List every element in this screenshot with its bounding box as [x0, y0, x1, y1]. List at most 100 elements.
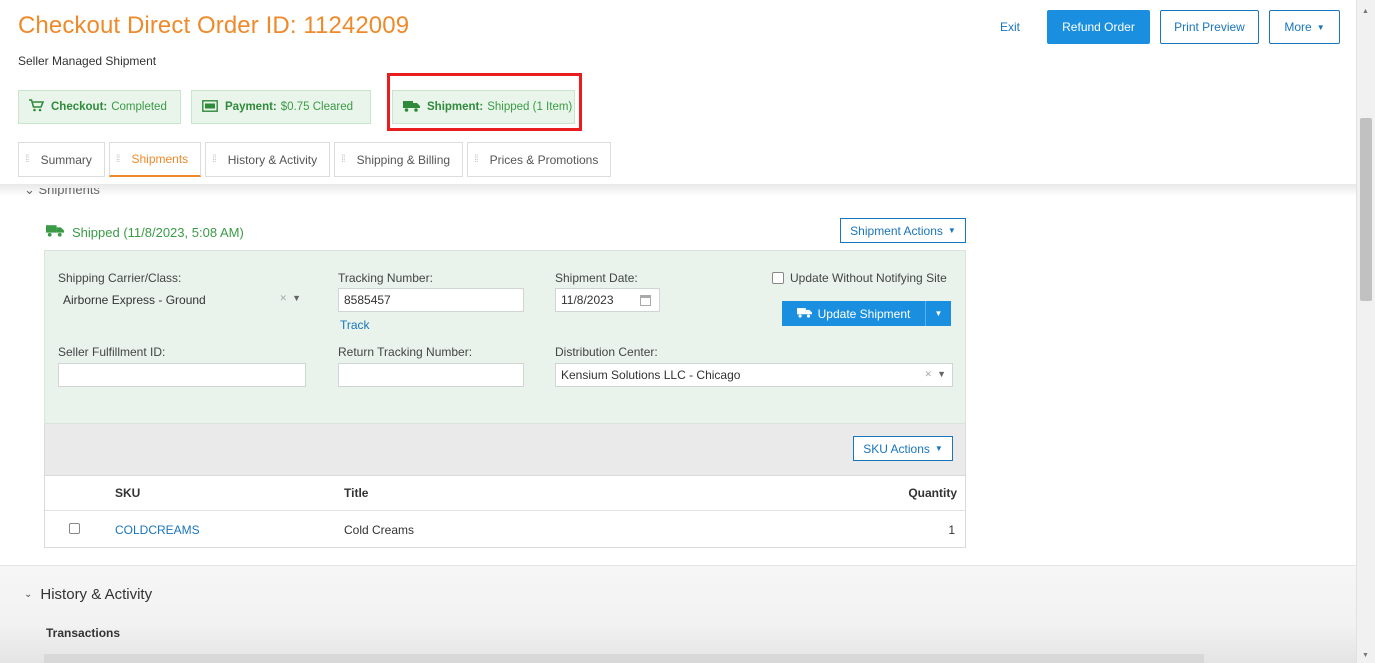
drag-grip-icon: ⁞⁞	[341, 154, 345, 165]
truck-icon	[46, 224, 64, 240]
tab-shipments-label: Shipments	[131, 152, 189, 166]
shipment-date-label: Shipment Date:	[555, 271, 638, 285]
tab-shipping-billing[interactable]: ⁞⁞ Shipping & Billing	[334, 142, 464, 177]
distribution-center-label: Distribution Center:	[555, 345, 658, 359]
caret-down-icon: ▼	[1316, 22, 1325, 32]
order-page: Checkout Direct Order ID: 11242009 Selle…	[0, 0, 1356, 663]
shipment-actions-button[interactable]: Shipment Actions ▼	[840, 218, 966, 243]
column-header-sku: SKU	[115, 486, 141, 500]
carrier-label: Shipping Carrier/Class:	[58, 271, 182, 285]
page-title: Checkout Direct Order ID: 11242009	[18, 12, 410, 39]
scroll-up-arrow-icon[interactable]: ▲	[1362, 8, 1369, 15]
tab-shipping-label: Shipping & Billing	[356, 152, 451, 167]
return-tracking-label: Return Tracking Number:	[338, 345, 473, 359]
fulfillment-id-input[interactable]	[58, 363, 306, 387]
payment-value: $0.75 Cleared	[280, 101, 354, 113]
caret-down-icon: ▼	[934, 309, 943, 318]
drag-grip-icon: ⁞⁞	[25, 154, 29, 165]
caret-down-icon: ▼	[934, 444, 943, 453]
payment-card-icon	[202, 99, 218, 115]
refund-order-button[interactable]: Refund Order	[1047, 10, 1150, 44]
cart-icon	[29, 99, 45, 115]
shipment-highlight-box	[387, 73, 582, 131]
drag-grip-icon: ⁞⁞	[474, 154, 478, 165]
tab-shipments[interactable]: ⁞⁞ Shipments	[108, 142, 202, 177]
select-controls: ✕ ▼	[925, 369, 946, 380]
checkout-label: Checkout:	[51, 101, 108, 113]
calendar-icon[interactable]	[640, 295, 651, 306]
sku-actions-bar: SKU Actions ▼	[44, 424, 966, 476]
caret-down-icon[interactable]: ▼	[292, 293, 301, 303]
scrollbar-thumb[interactable]	[1360, 118, 1372, 301]
update-shipment-dropdown[interactable]: ▼	[925, 301, 951, 326]
tracking-label: Tracking Number:	[338, 271, 433, 285]
truck-icon	[796, 307, 812, 321]
refund-order-label: Refund Order	[1062, 20, 1135, 34]
table-divider	[45, 510, 965, 511]
checkout-value: Completed	[111, 101, 167, 113]
vertical-scrollbar[interactable]: ▲ ▼	[1356, 0, 1375, 663]
update-shipment-label: Update Shipment	[817, 306, 911, 321]
sku-link[interactable]: COLDCREAMS	[115, 523, 200, 537]
tab-history-label: History & Activity	[227, 152, 318, 167]
clear-icon[interactable]: ✕	[925, 369, 933, 379]
more-dropdown-button[interactable]: More ▼	[1269, 10, 1340, 44]
tracking-value: 8585457	[344, 293, 391, 307]
print-preview-label: Print Preview	[1174, 20, 1245, 34]
row-select-checkbox[interactable]	[69, 523, 80, 534]
checkout-status-badge: Checkout: Completed	[18, 90, 181, 124]
update-shipment-button-group: Update Shipment ▼	[782, 301, 951, 326]
select-controls: ✕ ▼	[280, 293, 301, 304]
history-activity-section: ⌄ History & Activity Transactions	[0, 565, 1356, 663]
shipment-date-input[interactable]: 11/8/2023	[555, 288, 660, 312]
tab-summary[interactable]: ⁞⁞ Summary	[18, 142, 105, 177]
transactions-heading: Transactions	[46, 626, 121, 640]
drag-grip-icon: ⁞⁞	[115, 153, 120, 165]
fulfillment-id-label: Seller Fulfillment ID:	[58, 345, 166, 359]
shipments-heading-label: Shipments	[38, 188, 100, 196]
column-header-quantity: Quantity	[908, 486, 957, 500]
sku-actions-label: SKU Actions	[863, 441, 930, 456]
update-without-notify-checkbox[interactable]	[772, 272, 784, 284]
shipments-section-heading: ⌄ Shipments	[24, 188, 100, 196]
page-subtitle: Seller Managed Shipment	[18, 54, 157, 68]
sticky-header-shadow	[0, 184, 1356, 196]
track-link[interactable]: Track	[340, 318, 370, 332]
carrier-select[interactable]: Airborne Express - Ground ✕ ▼	[58, 288, 307, 312]
tab-summary-label: Summary	[40, 152, 92, 167]
return-tracking-input[interactable]	[338, 363, 524, 387]
chevron-down-icon: ⌄	[24, 589, 33, 600]
shipment-status-text: Shipped (11/8/2023, 5:08 AM)	[72, 224, 244, 240]
scroll-down-arrow-icon[interactable]: ▼	[1362, 652, 1369, 659]
drag-grip-icon: ⁞⁞	[212, 154, 216, 165]
shipment-date-value: 11/8/2023	[561, 293, 614, 307]
payment-status-badge: Payment: $0.75 Cleared	[191, 90, 371, 124]
tab-prices-promotions[interactable]: ⁞⁞ Prices & Promotions	[467, 142, 612, 177]
caret-down-icon[interactable]: ▼	[937, 369, 946, 379]
tracking-number-input[interactable]: 8585457	[338, 288, 524, 312]
clear-icon[interactable]: ✕	[280, 293, 288, 303]
exit-link[interactable]: Exit	[1000, 20, 1020, 34]
update-without-notify-option: Update Without Notifying Site	[772, 271, 947, 285]
update-without-notify-label: Update Without Notifying Site	[790, 271, 947, 285]
history-activity-title: History & Activity	[40, 586, 153, 603]
transactions-table-header	[44, 654, 1204, 663]
more-label: More	[1284, 20, 1312, 34]
tab-prices-label: Prices & Promotions	[489, 152, 599, 167]
carrier-value: Airborne Express - Ground	[63, 293, 206, 307]
sku-quantity: 1	[948, 523, 955, 537]
history-activity-toggle[interactable]: ⌄ History & Activity	[24, 586, 152, 603]
caret-down-icon: ▼	[947, 226, 956, 235]
sku-title: Cold Creams	[344, 523, 415, 537]
print-preview-button[interactable]: Print Preview	[1160, 10, 1259, 44]
sku-actions-button[interactable]: SKU Actions ▼	[853, 436, 953, 461]
order-tabs: ⁞⁞ Summary ⁞⁞ Shipments ⁞⁞ History & Activi…	[18, 142, 615, 177]
shipment-actions-label: Shipment Actions	[850, 223, 943, 238]
shipment-status: Shipped (11/8/2023, 5:08 AM)	[46, 224, 244, 240]
update-shipment-button[interactable]: Update Shipment	[782, 301, 925, 326]
column-header-title: Title	[344, 486, 369, 500]
tab-history-activity[interactable]: ⁞⁞ History & Activity	[205, 142, 331, 177]
distribution-center-value: Kensium Solutions LLC - Chicago	[561, 368, 741, 382]
payment-label: Payment:	[225, 101, 277, 113]
distribution-center-select[interactable]: Kensium Solutions LLC - Chicago ✕ ▼	[555, 363, 953, 387]
